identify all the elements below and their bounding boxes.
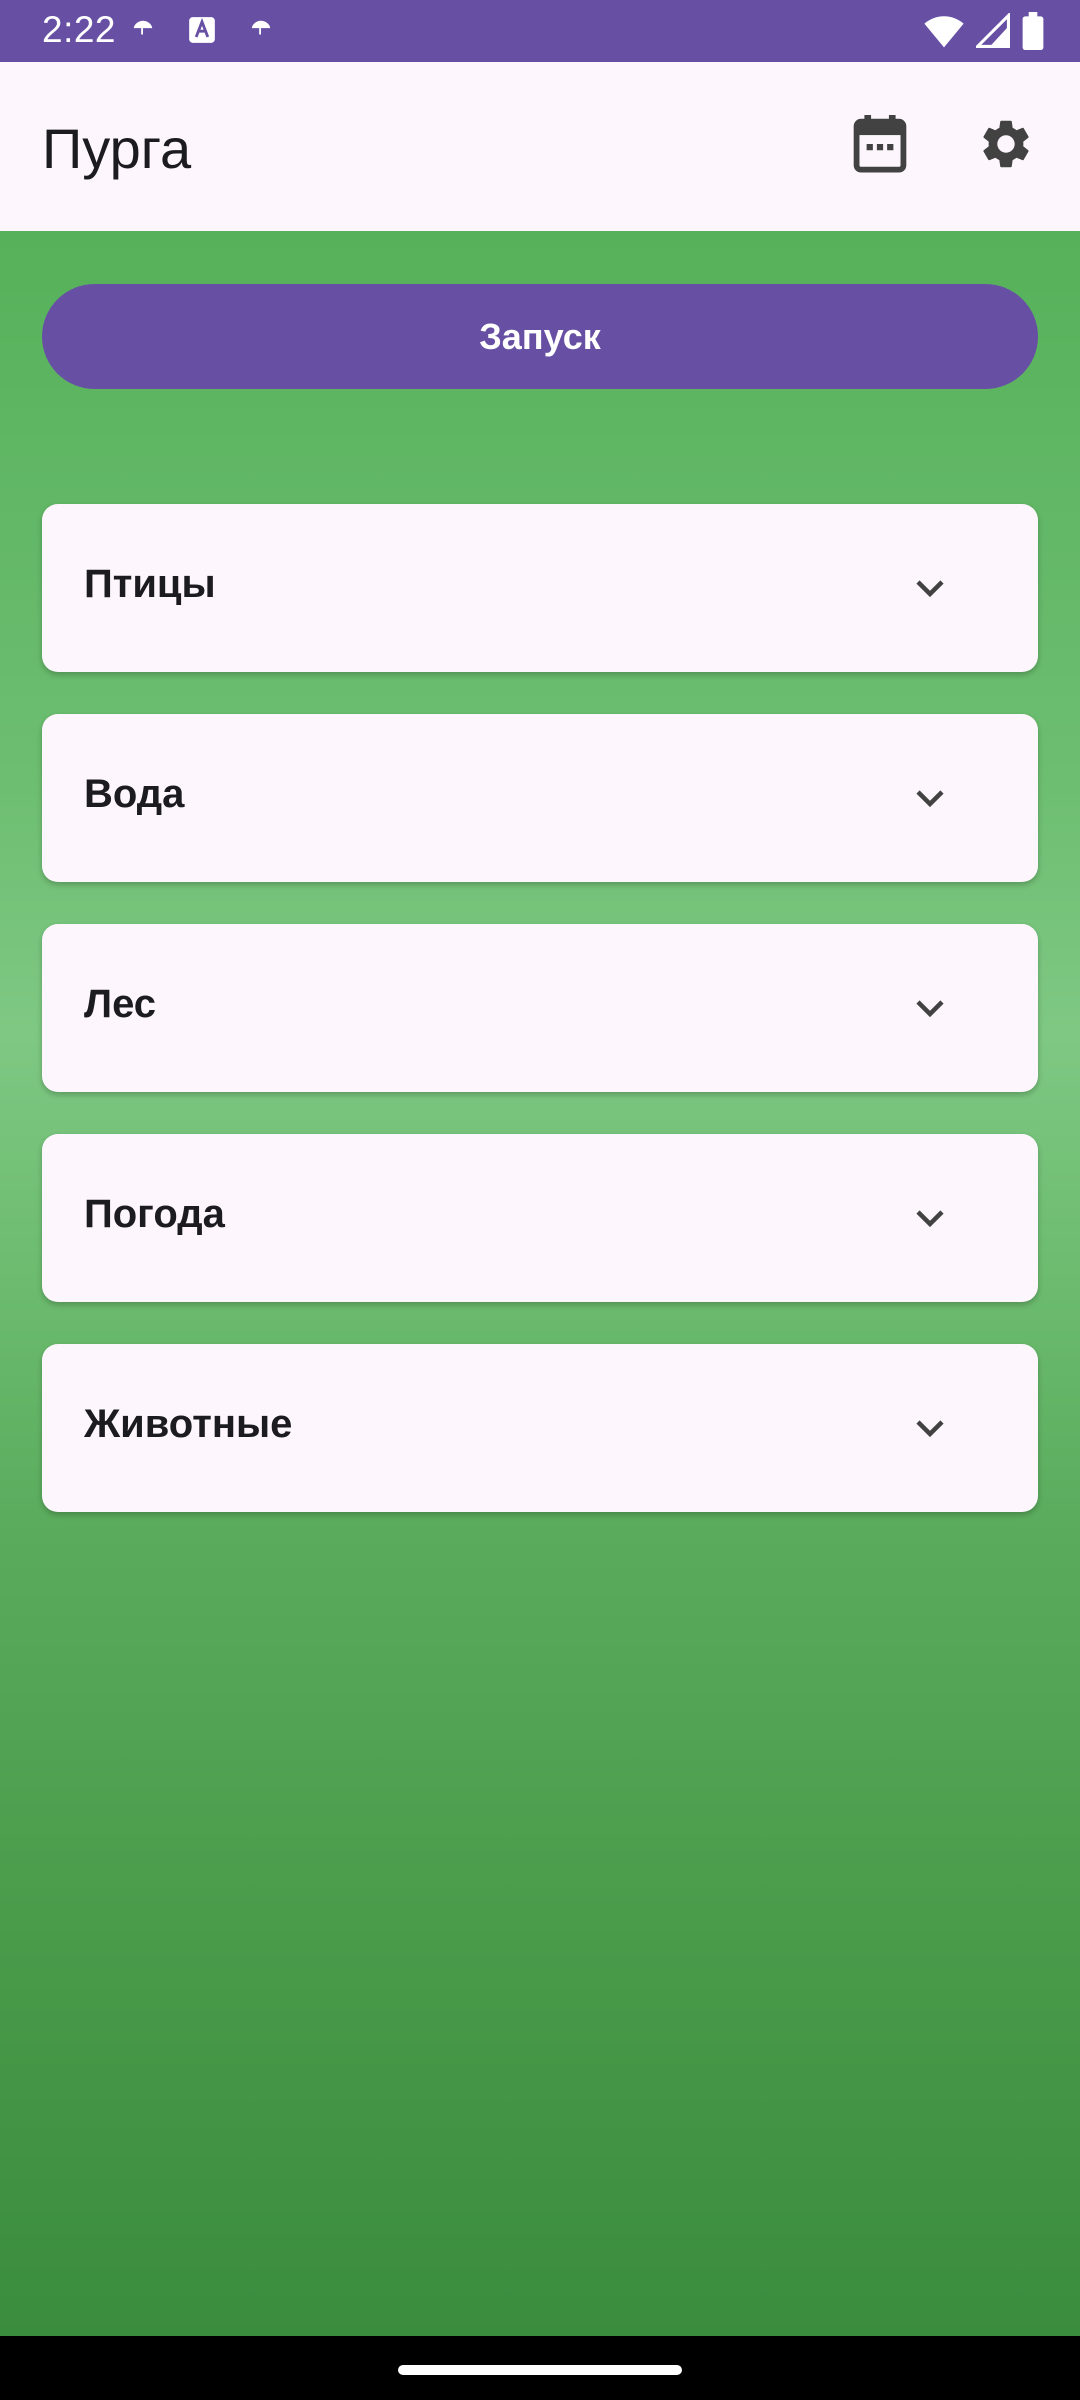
home-gesture-handle[interactable] <box>398 2365 682 2375</box>
status-bar: 2:22 <box>0 0 1080 62</box>
category-card-birds[interactable]: Птицы <box>42 504 1038 672</box>
category-label: Животные <box>84 1402 293 1446</box>
category-label: Вода <box>84 772 185 816</box>
gear-icon[interactable] <box>974 112 1038 176</box>
chevron-down-icon[interactable] <box>912 780 948 816</box>
text-a-icon <box>188 16 216 49</box>
chevron-down-icon[interactable] <box>912 570 948 606</box>
category-card-water[interactable]: Вода <box>42 714 1038 882</box>
main-content: Запуск Птицы Вода Лес Погода Животные <box>0 231 1080 2336</box>
chevron-down-icon[interactable] <box>912 990 948 1026</box>
chevron-down-icon[interactable] <box>912 1200 948 1236</box>
category-card-weather[interactable]: Погода <box>42 1134 1038 1302</box>
signal-icon <box>973 11 1010 54</box>
page-title: Пурга <box>42 117 192 180</box>
category-card-forest[interactable]: Лес <box>42 924 1038 1092</box>
status-time: 2:22 <box>42 9 117 50</box>
app-bar: Пурга <box>0 62 1080 231</box>
chevron-down-icon[interactable] <box>912 1410 948 1446</box>
category-label: Погода <box>84 1192 225 1236</box>
category-label: Птицы <box>84 562 216 606</box>
umbrella-icon <box>132 18 154 45</box>
category-label: Лес <box>84 982 157 1026</box>
launch-button[interactable]: Запуск <box>42 284 1038 389</box>
navigation-bar <box>0 2336 1080 2400</box>
umbrella-icon <box>250 18 272 45</box>
calendar-icon[interactable] <box>848 112 912 176</box>
battery-icon <box>1022 12 1044 55</box>
category-card-animals[interactable]: Животные <box>42 1344 1038 1512</box>
wifi-icon <box>924 13 964 54</box>
